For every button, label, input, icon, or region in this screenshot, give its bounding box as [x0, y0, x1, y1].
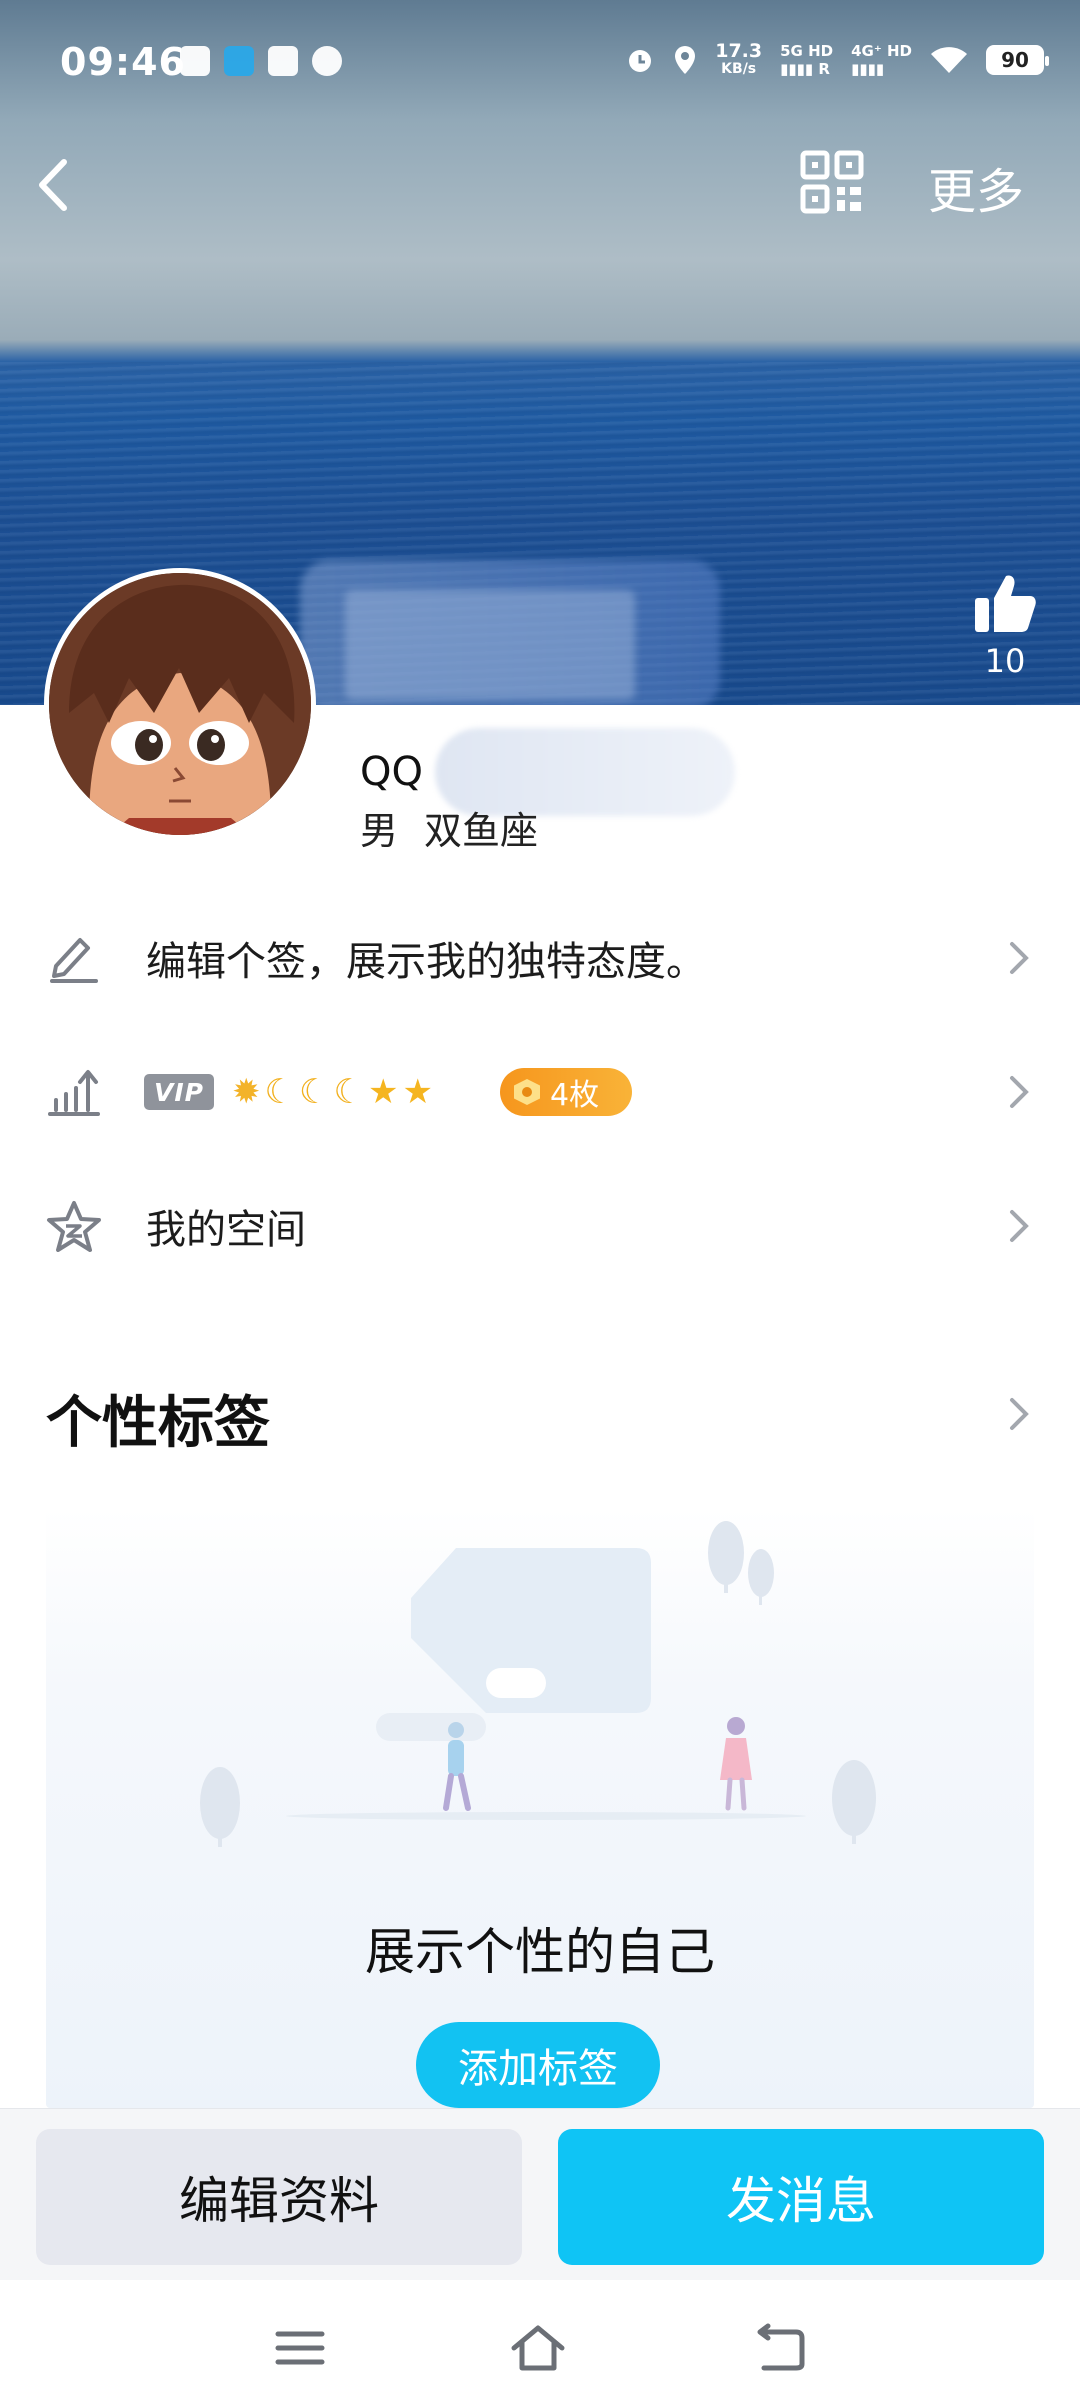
like-button[interactable]: 10 — [968, 570, 1042, 680]
chevron-right-icon — [1010, 1210, 1029, 1242]
medal-count: 4枚 — [550, 1078, 600, 1113]
edit-profile-button[interactable]: 编辑资料 — [36, 2129, 522, 2265]
chevron-right-icon — [1010, 1076, 1029, 1108]
medal-badge[interactable]: 4枚 — [500, 1068, 632, 1116]
signature-row[interactable]: 编辑个签，展示我的独特态度。 — [0, 898, 1080, 1018]
signature-prompt: 编辑个签，展示我的独特态度。 — [146, 939, 706, 985]
zodiac-label: 双鱼座 — [424, 809, 539, 853]
qr-code-icon[interactable] — [800, 150, 864, 214]
moon-icon: ☾ — [298, 1072, 330, 1112]
alarm-icon — [629, 50, 652, 72]
app-icon — [312, 46, 342, 76]
menu-icon[interactable] — [272, 2320, 328, 2376]
location-icon — [675, 46, 696, 74]
sim1-signal: 5G HD ▮▮▮▮ R — [780, 42, 834, 78]
qzone-star-icon — [47, 1201, 101, 1252]
chevron-right-icon — [1010, 942, 1029, 974]
name-prefix: QQ — [360, 749, 423, 795]
sim2-signal: 4G⁺ HD ▮▮▮▮ — [851, 42, 912, 78]
battery-indicator: 90 — [986, 45, 1049, 75]
star-icon: ★ — [367, 1072, 399, 1112]
my-space-label: 我的空间 — [146, 1207, 306, 1253]
wifi-icon — [931, 47, 967, 73]
level-up-chart-icon — [48, 1070, 100, 1116]
system-navigation-bar — [0, 2280, 1080, 2408]
tags-section-title: 个性标签 — [46, 1391, 270, 1456]
medal-icon — [514, 1079, 540, 1105]
chevron-right-icon[interactable] — [1006, 1394, 1032, 1434]
profile-subinfo: 男双鱼座 — [360, 800, 538, 855]
empty-tags-illustration — [200, 1521, 876, 1847]
back-icon[interactable] — [28, 150, 78, 220]
telegram-icon — [224, 46, 254, 76]
sun-icon: ✹ — [232, 1072, 261, 1112]
avatar-illustration — [49, 573, 311, 835]
star-icon: ★ — [402, 1072, 433, 1112]
like-count: 10 — [984, 642, 1026, 680]
gender-label: 男 — [360, 809, 399, 853]
notification-icons — [180, 46, 342, 76]
qq-level-icons: ✹ ☾ ☾ ☾ ★ ★ — [232, 1070, 433, 1114]
vip-tag: VIP — [144, 1074, 214, 1110]
bottom-action-bar: 编辑资料 发消息 — [0, 2108, 1080, 2280]
mail-icon — [180, 46, 210, 76]
edit-pencil-icon — [50, 938, 98, 983]
add-tag-button[interactable]: 添加标签 — [416, 2022, 660, 2108]
tags-empty-card: 展示个性的自己 添加标签 — [46, 1508, 1034, 2108]
tags-empty-caption: 展示个性的自己 — [365, 1923, 715, 1981]
send-message-button[interactable]: 发消息 — [558, 2129, 1044, 2265]
more-button[interactable]: 更多 — [928, 152, 1024, 222]
avatar[interactable] — [44, 568, 316, 840]
thumbs-up-icon — [975, 575, 1036, 632]
net-speed: 17.3 KB/s — [715, 40, 763, 78]
vivo-icon — [268, 46, 298, 76]
back-nav-icon[interactable] — [752, 2320, 808, 2376]
space-row[interactable]: 我的空间 — [0, 1166, 1080, 1286]
moon-icon: ☾ — [333, 1072, 364, 1112]
status-time: 09:46 — [60, 40, 186, 84]
home-icon[interactable] — [510, 2320, 566, 2376]
moon-icon: ☾ — [264, 1072, 295, 1112]
censor-blur — [345, 590, 635, 700]
status-bar: 09:46 17.3 KB/s 5G HD ▮▮▮▮ R 4G⁺ HD ▮▮▮▮ 90 — [0, 0, 1080, 130]
